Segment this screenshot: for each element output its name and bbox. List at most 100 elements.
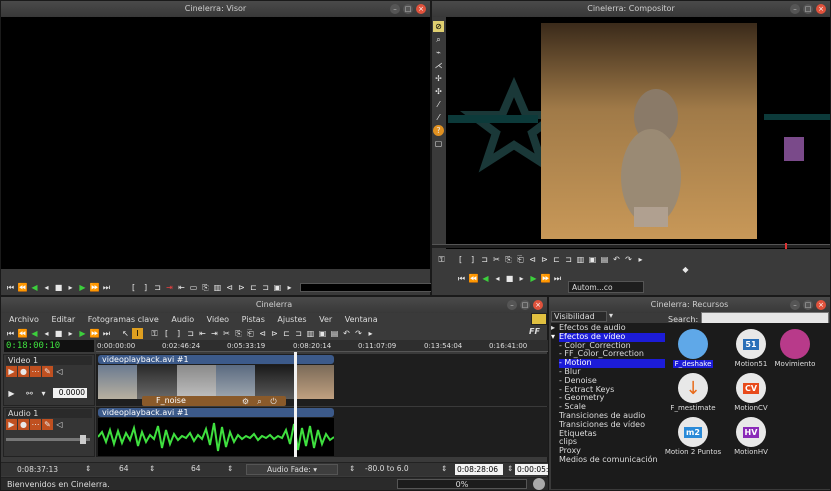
spin-icon[interactable]: ⇕ xyxy=(441,464,447,473)
compositor-timebar[interactable] xyxy=(432,243,830,249)
position-field[interactable]: 0:08:37:13 xyxy=(3,464,73,475)
track-name-audio[interactable]: Audio 1 xyxy=(6,409,92,418)
close-icon[interactable]: × xyxy=(533,300,543,310)
out-point-icon[interactable]: ] xyxy=(173,328,184,339)
copy-icon[interactable]: ⎘ xyxy=(200,282,211,293)
overwrite-icon[interactable]: ⇤ xyxy=(176,282,187,293)
audio-fader-handle[interactable] xyxy=(80,435,86,444)
in-point-icon[interactable]: [ xyxy=(455,254,466,265)
folder-item[interactable]: Medios de comunicación xyxy=(559,455,665,465)
meter-icon[interactable]: ▥ xyxy=(305,328,316,339)
cut-icon[interactable]: ✂ xyxy=(221,328,232,339)
play-track-icon[interactable]: ▶ xyxy=(6,366,17,377)
protect-icon[interactable]: ⊘ xyxy=(433,21,444,32)
more-icon[interactable]: ▸ xyxy=(284,282,295,293)
splice-icon[interactable]: ⇥ xyxy=(209,328,220,339)
close-icon[interactable]: × xyxy=(816,4,826,14)
in-point-icon[interactable]: [ xyxy=(128,282,139,293)
play-icon[interactable]: ▶ xyxy=(528,273,539,284)
ruler-icon[interactable]: ⋌ xyxy=(433,60,444,71)
play-icon[interactable]: ▶ xyxy=(77,282,88,293)
reverse-icon[interactable]: ◀ xyxy=(29,282,40,293)
minimize-icon[interactable]: – xyxy=(790,4,800,14)
prev-edit-icon[interactable]: ⊏ xyxy=(551,254,562,265)
end-icon[interactable]: ⏭ xyxy=(552,273,563,284)
monitor-icon[interactable] xyxy=(531,313,547,325)
meter-icon[interactable]: ▥ xyxy=(575,254,586,265)
prev-label-icon[interactable]: ⊲ xyxy=(257,328,268,339)
resource-motionhv[interactable]: HV MotionHV xyxy=(721,417,781,456)
frame-back-icon[interactable]: ◂ xyxy=(41,282,52,293)
minimize-icon[interactable]: – xyxy=(390,4,400,14)
spin-icon[interactable]: ⇕ xyxy=(227,464,233,473)
gang-icon[interactable]: ⋯ xyxy=(30,419,41,430)
fast-forward-icon[interactable]: ⏩ xyxy=(89,282,100,293)
prev-label-icon[interactable]: ⊲ xyxy=(224,282,235,293)
arrow-tool-icon[interactable]: ↖ xyxy=(120,328,131,339)
fast-reverse-icon[interactable]: ⏪ xyxy=(468,273,479,284)
minimize-icon[interactable]: – xyxy=(507,300,517,310)
maximize-icon[interactable]: □ xyxy=(803,300,813,310)
out-point-icon[interactable]: ] xyxy=(140,282,151,293)
playhead[interactable] xyxy=(294,352,297,457)
viewer-scrub-bar[interactable] xyxy=(300,282,437,292)
key-icon[interactable]: ⚿ xyxy=(149,328,160,339)
fit-icon[interactable]: ▣ xyxy=(587,254,598,265)
sel-end-field[interactable]: 0:00:05:2 xyxy=(515,464,549,475)
stop-render-icon[interactable] xyxy=(533,478,545,490)
mask-icon[interactable]: ⌁ xyxy=(433,47,444,58)
redo-icon[interactable]: ↷ xyxy=(353,328,364,339)
menu-pistas[interactable]: Pistas xyxy=(242,315,265,324)
viewer-canvas[interactable] xyxy=(1,17,430,269)
fast-forward-icon[interactable]: ⏩ xyxy=(540,273,551,284)
resource-f-mestimate[interactable]: ↓ F_mestimate xyxy=(665,373,723,412)
resource-movimiento[interactable]: Movimiento xyxy=(765,329,825,368)
effect-settings-icon[interactable]: ⚙ xyxy=(240,396,251,407)
expand-icon[interactable]: ▶ xyxy=(6,388,17,399)
spin-icon[interactable]: ⇕ xyxy=(507,464,513,473)
reverse-icon[interactable]: ◀ xyxy=(29,328,40,339)
arm-track-icon[interactable]: ● xyxy=(18,419,29,430)
spin-icon[interactable]: ⇕ xyxy=(85,464,91,473)
out-point-icon[interactable]: ] xyxy=(467,254,478,265)
frame-forward-icon[interactable]: ▸ xyxy=(516,273,527,284)
resource-motioncv[interactable]: CV MotionCV xyxy=(721,373,781,412)
clip-icon[interactable]: ▭ xyxy=(188,282,199,293)
undo-icon[interactable]: ↶ xyxy=(611,254,622,265)
frame-back-icon[interactable]: ◂ xyxy=(492,273,503,284)
undo-icon[interactable]: ↶ xyxy=(341,328,352,339)
more-icon[interactable]: ▸ xyxy=(365,328,376,339)
dropdown-icon[interactable]: ▾ xyxy=(609,311,613,320)
maximize-icon[interactable]: □ xyxy=(403,4,413,14)
overwrite-icon[interactable]: ⇤ xyxy=(197,328,208,339)
fade-value-field[interactable]: 0.0000 xyxy=(53,388,87,398)
copy-icon[interactable]: ⎘ xyxy=(503,254,514,265)
crop-icon[interactable]: ⁄ xyxy=(433,99,444,110)
compositor-titlebar[interactable]: Cinelerra: Compositor – □ × xyxy=(432,1,830,17)
audio-fader[interactable] xyxy=(6,435,90,444)
play-icon[interactable]: ▶ xyxy=(77,328,88,339)
sel-start-field[interactable]: 0:08:28:06 xyxy=(455,464,503,475)
audio-edit-title[interactable]: videoplayback.avi #1 xyxy=(98,408,334,417)
paste-icon[interactable]: ⎗ xyxy=(515,254,526,265)
label-icon[interactable]: ⊐ xyxy=(152,282,163,293)
copy-icon[interactable]: ⎘ xyxy=(233,328,244,339)
spin-icon[interactable]: ⇕ xyxy=(349,464,355,473)
timeline-ruler[interactable]: 0:00:00:00 0:02:46:24 0:05:33:19 0:08:20… xyxy=(96,340,549,352)
zoom-b-field[interactable]: 64 xyxy=(191,464,201,473)
help-icon[interactable]: ? xyxy=(433,125,444,136)
frame-forward-icon[interactable]: ▸ xyxy=(65,328,76,339)
viewer-titlebar[interactable]: Cinelerra: Visor – □ × xyxy=(1,1,430,17)
play-track-icon[interactable]: ▶ xyxy=(6,419,17,430)
draw-icon[interactable]: ✎ xyxy=(42,366,53,377)
next-edit-icon[interactable]: ⊐ xyxy=(293,328,304,339)
resource-motion-2-puntos[interactable]: m2 Motion 2 Puntos xyxy=(665,417,723,456)
maximize-icon[interactable]: □ xyxy=(520,300,530,310)
effect-bar[interactable]: F_noise ⚙ ⌕ ⏻ xyxy=(142,396,286,406)
end-icon[interactable]: ⏭ xyxy=(101,328,112,339)
label-icon[interactable]: ⊐ xyxy=(479,254,490,265)
stop-icon[interactable]: ■ xyxy=(53,328,64,339)
next-edit-icon[interactable]: ⊐ xyxy=(563,254,574,265)
curve-select[interactable]: Audio Fade: ▾ xyxy=(246,464,338,475)
prev-edit-icon[interactable]: ⊏ xyxy=(281,328,292,339)
